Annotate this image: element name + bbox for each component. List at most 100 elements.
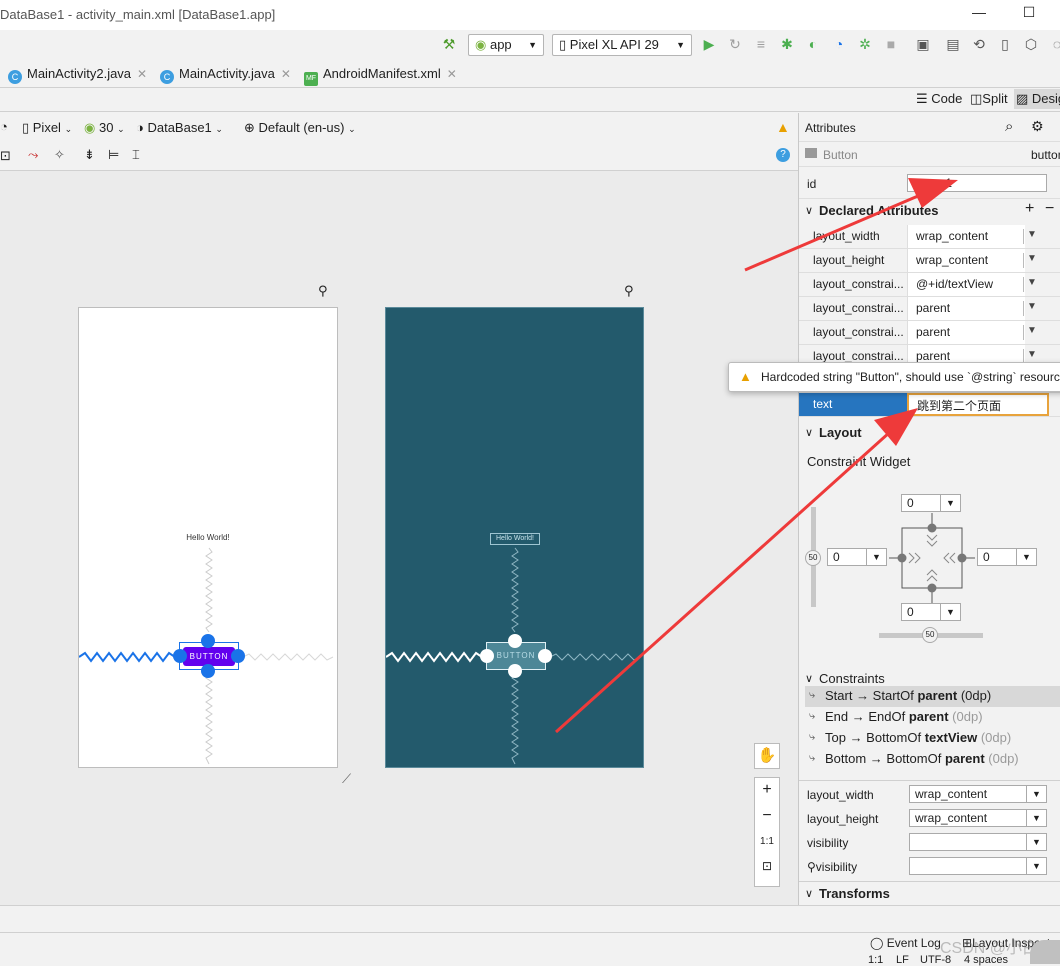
build-hammer-icon[interactable]: ⚒ xyxy=(440,35,458,53)
zoom-in-button[interactable]: + xyxy=(754,781,780,799)
avd-manager-icon[interactable]: ▯ xyxy=(996,35,1014,53)
top-anchor-handle[interactable] xyxy=(201,634,215,648)
dropdown-arrow-icon[interactable]: ▼ xyxy=(1027,325,1037,336)
pack-icon[interactable]: ⇟ xyxy=(84,147,95,163)
text-input[interactable]: 跳到第二个页面 xyxy=(907,393,1049,416)
orientation-icon[interactable]: ◔ xyxy=(0,119,8,134)
constraint-item[interactable]: ⤷ Top → BottomOf textView (0dp) xyxy=(805,728,1060,749)
close-icon[interactable]: ✕ xyxy=(447,67,457,81)
attach-debugger-icon[interactable]: ✲ xyxy=(856,35,874,53)
constraint-item[interactable]: ⤷ Bottom → BottomOf parent (0dp) xyxy=(805,749,1060,770)
declared-attributes-header[interactable]: ∨ Declared Attributes + − xyxy=(799,199,1060,223)
tools-visibility-row[interactable]: ⚲visibility ▼ xyxy=(799,855,1060,879)
close-icon[interactable]: ✕ xyxy=(281,67,291,81)
end-anchor-handle[interactable] xyxy=(231,649,245,663)
tab-androidmanifest[interactable]: MF AndroidManifest.xml ✕ xyxy=(304,64,457,86)
stop-icon[interactable]: ■ xyxy=(882,35,900,53)
margin-top-select[interactable]: 0 ▼ xyxy=(901,494,961,512)
id-label: id xyxy=(807,177,817,191)
margin-start-select[interactable]: 0 ▼ xyxy=(827,548,887,566)
dropdown-arrow-icon[interactable]: ▼ xyxy=(1027,229,1037,240)
project-structure-icon[interactable]: ▤ xyxy=(944,35,962,53)
device-picker[interactable]: ▯ Pixel ⌄ xyxy=(22,120,72,136)
cursor-position[interactable]: 1:1 xyxy=(868,954,883,966)
resize-handle-icon[interactable]: ⟋ xyxy=(342,771,351,787)
gear-icon[interactable]: ⚙ xyxy=(1031,118,1044,135)
transforms-section-header[interactable]: ∨ Transforms xyxy=(799,881,1060,905)
design-preview[interactable]: Hello World! BUTTON xyxy=(78,307,338,768)
bottom-anchor-handle[interactable] xyxy=(201,664,215,678)
close-icon[interactable]: ✕ xyxy=(137,67,147,81)
help-icon[interactable]: ? xyxy=(776,148,790,162)
blueprint-preview[interactable]: Hello World! BUTTON xyxy=(385,307,644,768)
text-attr-row[interactable]: text 跳到第二个页面 xyxy=(799,393,1060,417)
line-separator[interactable]: LF xyxy=(896,954,909,966)
zoom-fit-button[interactable]: ⊡ xyxy=(754,859,780,873)
margin-end-select[interactable]: 0 ▼ xyxy=(977,548,1037,566)
pan-hand-button[interactable]: ✋ xyxy=(754,743,780,769)
view-options-icon[interactable]: ⊡ xyxy=(0,148,11,164)
start-anchor-handle[interactable] xyxy=(480,649,494,663)
apply-changes-icon[interactable]: ↻ xyxy=(726,35,744,53)
design-mode-button[interactable]: ▨ Design xyxy=(1014,89,1060,109)
dropdown-arrow-icon[interactable]: ▼ xyxy=(1027,253,1037,264)
attr-row[interactable]: layout_width wrap_content ▼ xyxy=(799,225,1060,249)
tab-mainactivity[interactable]: C MainActivity.java ✕ xyxy=(160,64,291,84)
wrench-icon[interactable]: ⚲ xyxy=(624,283,634,299)
remove-attribute-button[interactable]: − xyxy=(1045,200,1054,218)
constraint-item[interactable]: ⤷ Start → StartOf parent (0dp) xyxy=(805,686,1060,707)
search-icon[interactable]: ⌕ xyxy=(1005,118,1013,135)
start-anchor-handle[interactable] xyxy=(173,649,187,663)
sdk-manager-icon[interactable]: ⬡ xyxy=(1022,35,1040,53)
add-attribute-button[interactable]: + xyxy=(1025,200,1034,218)
design-canvas[interactable]: ⚲ ⚲ Hello World! BUTTON ⟋ Hello World! B… xyxy=(0,171,798,905)
theme-picker[interactable]: ◑ DataBase1 ⌄ xyxy=(136,120,223,135)
attr-row[interactable]: layout_constrai... parent ▼ xyxy=(799,321,1060,345)
debug-icon[interactable]: ✱ xyxy=(778,35,796,53)
attr-row[interactable]: layout_constrai... @+id/textView ▼ xyxy=(799,273,1060,297)
clear-constraints-icon[interactable]: ⤳ xyxy=(28,147,38,163)
layout-width-row[interactable]: layout_width wrap_content ▼ xyxy=(799,783,1060,807)
dropdown-arrow-icon[interactable]: ▼ xyxy=(1027,301,1037,312)
dropdown-arrow-icon[interactable]: ▼ xyxy=(1027,349,1037,360)
guidelines-icon[interactable]: ⌶ xyxy=(132,147,140,163)
warning-icon[interactable]: ▲ xyxy=(776,119,790,135)
profile-icon[interactable]: ◔ xyxy=(830,35,848,53)
device-select[interactable]: ▯ Pixel XL API 29 ▼ xyxy=(552,34,692,56)
zoom-actual-button[interactable]: 1:1 xyxy=(754,836,780,847)
api-picker[interactable]: ◉ 30 ⌄ xyxy=(84,120,125,136)
zoom-out-button[interactable]: − xyxy=(754,807,780,825)
apply-code-icon[interactable]: ≡ xyxy=(752,35,770,53)
manifest-icon: MF xyxy=(304,72,318,86)
run-icon[interactable]: ▶ xyxy=(700,35,718,53)
infer-constraints-icon[interactable]: ✧ xyxy=(54,147,65,163)
event-log-button[interactable]: ◯ Event Log xyxy=(870,936,941,950)
maximize-button[interactable]: ☐ xyxy=(1018,4,1040,26)
wrench-icon[interactable]: ⚲ xyxy=(318,283,328,299)
split-mode-button[interactable]: ◫Split xyxy=(970,91,1008,107)
locale-picker[interactable]: ⊕ Default (en-us) ⌄ xyxy=(244,120,356,136)
coverage-icon[interactable]: ◐ xyxy=(804,35,822,53)
attr-row[interactable]: layout_constrai... parent ▼ xyxy=(799,297,1060,321)
sync-icon[interactable]: ⟲ xyxy=(970,35,988,53)
minimize-button[interactable]: — xyxy=(968,4,990,26)
run-config-select[interactable]: ◉ app ▼ xyxy=(468,34,544,56)
align-icon[interactable]: ⊨ xyxy=(108,147,119,163)
layout-height-row[interactable]: layout_height wrap_content ▼ xyxy=(799,807,1060,831)
margin-bottom-select[interactable]: 0 ▼ xyxy=(901,603,961,621)
bottom-anchor-handle[interactable] xyxy=(508,664,522,678)
top-anchor-handle[interactable] xyxy=(508,634,522,648)
attr-row[interactable]: layout_height wrap_content ▼ xyxy=(799,249,1060,273)
id-input[interactable]: button1 xyxy=(907,174,1047,192)
constraint-item[interactable]: ⤷ End → EndOf parent (0dp) xyxy=(805,707,1060,728)
vertical-bias-handle[interactable]: 50 xyxy=(805,550,821,566)
end-anchor-handle[interactable] xyxy=(538,649,552,663)
horizontal-bias-handle[interactable]: 50 xyxy=(922,627,938,643)
device-manager-icon[interactable]: ▣ xyxy=(914,35,932,53)
code-mode-button[interactable]: ☰ Code xyxy=(916,91,962,107)
tab-mainactivity2[interactable]: C MainActivity2.java ✕ xyxy=(8,64,147,84)
search-icon[interactable]: ◌ xyxy=(1048,35,1060,53)
visibility-row[interactable]: visibility ▼ xyxy=(799,831,1060,855)
dropdown-arrow-icon[interactable]: ▼ xyxy=(1027,277,1037,288)
layout-section-header[interactable]: ∨ Layout xyxy=(799,421,1060,445)
